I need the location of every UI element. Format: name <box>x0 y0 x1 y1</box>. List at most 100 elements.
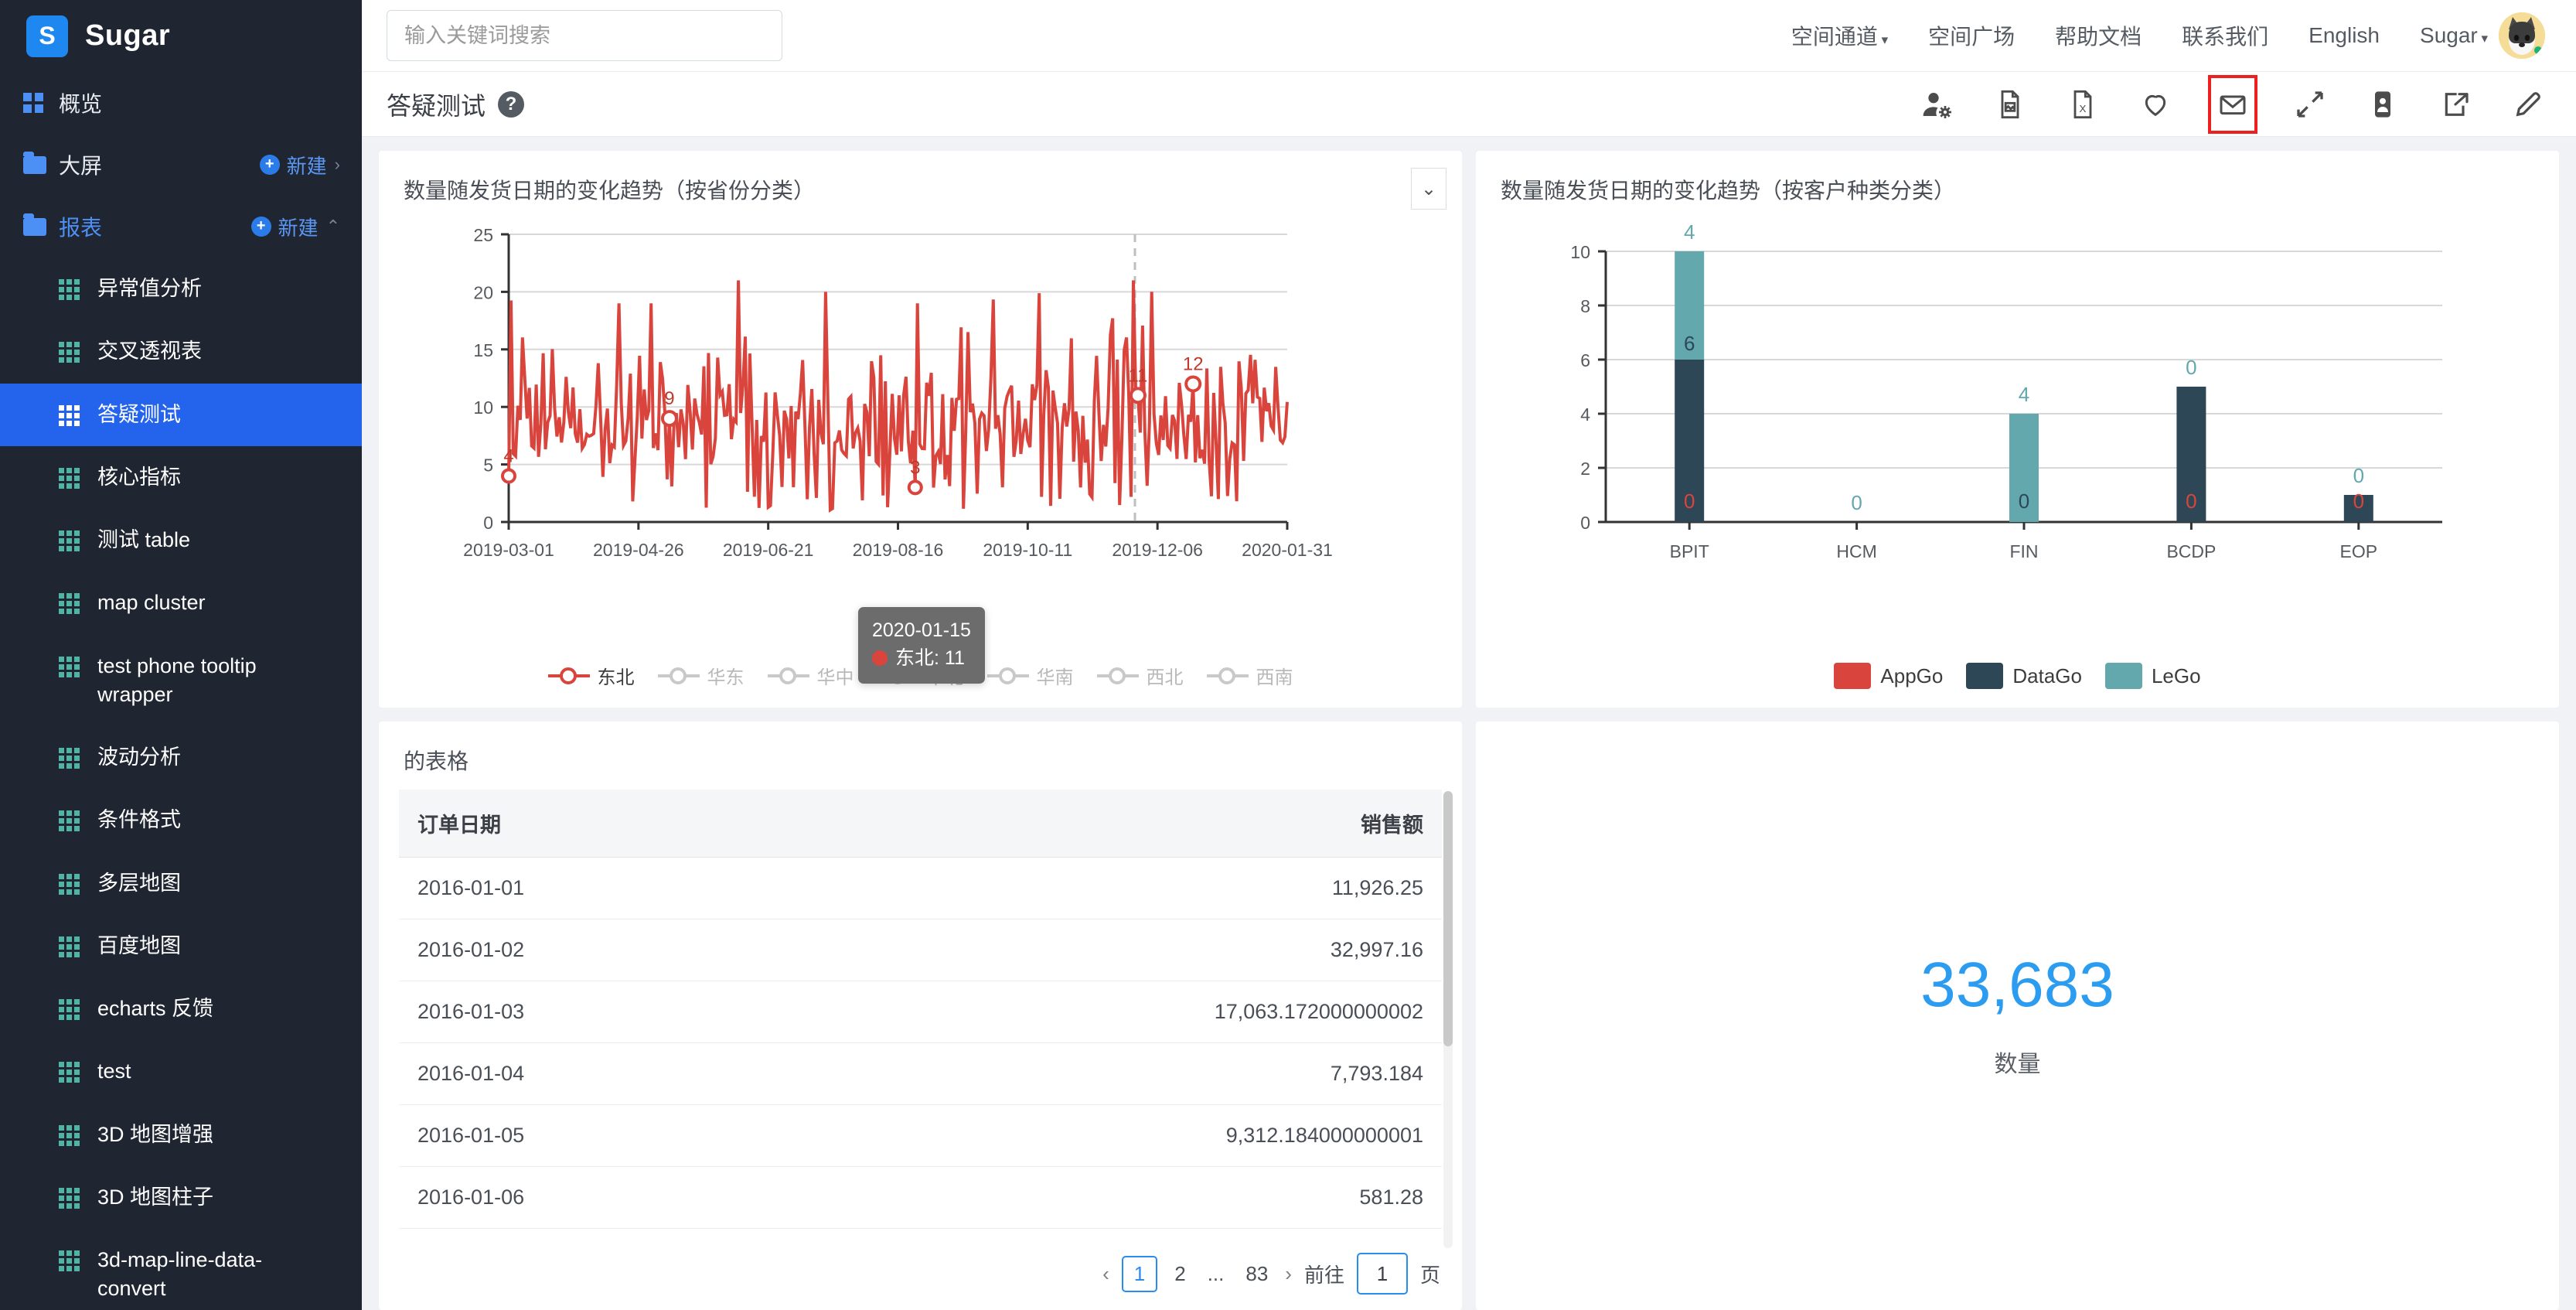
top-nav-link[interactable]: 帮助文档 <box>2055 20 2142 51</box>
legend-marker-icon <box>1096 667 1139 685</box>
chevron-down-icon: ▾ <box>1877 32 1889 47</box>
chevron-down-icon[interactable]: ⌄ <box>1411 168 1446 210</box>
sidebar-item-overview[interactable]: 概览 <box>0 72 362 134</box>
sidebar-report-item[interactable]: 3D 地图增强 <box>0 1104 362 1166</box>
top-nav-link[interactable]: 联系我们 <box>2182 20 2268 51</box>
sidebar-report-item[interactable]: test phone tooltip wrapper <box>0 635 362 727</box>
top-nav-link[interactable]: English <box>2309 23 2380 48</box>
sidebar-report-item[interactable]: 波动分析 <box>0 726 362 789</box>
bar-chart-plot[interactable]: 0 2 4 6 8 10 0 6 4 0 0 4 0 0 0 0 BPIT HCM FIN BCDP EOP <box>1476 205 2559 708</box>
sidebar-report-label: 答疑测试 <box>97 402 181 426</box>
svg-text:2019-04-26: 2019-04-26 <box>593 540 684 560</box>
sidebar-report-item[interactable]: 3D 地图柱子 <box>0 1166 362 1229</box>
table-row[interactable]: 2016-01-06 581.28 <box>399 1166 1442 1229</box>
new-dashboard-button[interactable]: + 新建 <box>259 151 327 179</box>
legend-item[interactable]: 西南 <box>1206 662 1293 689</box>
prev-page-button[interactable]: ‹ <box>1102 1262 1109 1286</box>
dots-grid-icon <box>59 806 97 832</box>
help-icon[interactable]: ? <box>498 90 525 118</box>
chevron-up-icon[interactable]: ⌃ <box>326 218 340 235</box>
top-nav-link[interactable]: 空间通道 ▾ <box>1791 20 1888 51</box>
column-header-order-date[interactable]: 订单日期 <box>399 790 921 858</box>
page-button-last[interactable]: 83 <box>1241 1262 1273 1286</box>
avatar[interactable] <box>2499 12 2545 59</box>
sidebar-report-item[interactable]: 答疑测试 <box>0 383 362 446</box>
line-data-label: 11 <box>1128 365 1147 386</box>
user-settings-icon[interactable] <box>1917 84 1958 125</box>
column-header-sales[interactable]: 销售额 <box>920 790 1442 858</box>
sidebar-report-item[interactable]: 多层地图 <box>0 852 362 915</box>
dots-grid-icon <box>59 275 97 300</box>
legend-label: 华南 <box>1036 667 1074 688</box>
line-data-point[interactable] <box>907 479 923 496</box>
sidebar-report-item[interactable]: echarts 反馈 <box>0 977 362 1040</box>
new-report-label: 新建 <box>278 216 319 240</box>
table-row[interactable]: 2016-01-03 17,063.172000000002 <box>399 981 1442 1043</box>
table-row[interactable]: 2016-01-0710,033.155999999999 <box>399 1228 1442 1250</box>
page-button-2[interactable]: 2 <box>1170 1262 1190 1286</box>
next-page-button[interactable]: › <box>1285 1262 1292 1286</box>
export-excel-icon[interactable]: X <box>2063 84 2103 125</box>
new-report-button[interactable]: + 新建 <box>250 213 319 241</box>
legend-item[interactable]: 西北 <box>1096 662 1184 689</box>
svg-text:5: 5 <box>483 455 493 476</box>
legend-marker-icon <box>986 667 1029 685</box>
sidebar-report-item[interactable]: 测试 table <box>0 509 362 571</box>
edit-pencil-icon[interactable] <box>2508 84 2548 125</box>
table-scrollbar-thumb[interactable] <box>1443 791 1453 1046</box>
sidebar-report-label: test <box>97 1059 131 1083</box>
sidebar-folder-dashboards[interactable]: 大屏 + 新建 › <box>0 134 362 196</box>
sidebar-folder-reports[interactable]: 报表 + 新建 ⌃ <box>0 196 362 258</box>
cell-sales: 17,063.172000000002 <box>920 981 1442 1043</box>
sidebar-report-item[interactable]: 异常值分析 <box>0 258 362 320</box>
line-data-point[interactable] <box>660 410 678 428</box>
svg-text:X: X <box>2080 103 2087 114</box>
line-data-point[interactable] <box>1184 375 1202 393</box>
sidebar-report-item[interactable]: 3d-map-line-data-convert <box>0 1229 362 1310</box>
chevron-right-icon[interactable]: › <box>335 156 340 173</box>
table-head: 订单日期 销售额 <box>399 790 1442 858</box>
folder-icon <box>23 151 59 174</box>
legend-marker-icon <box>547 667 590 685</box>
top-nav-link[interactable]: 空间广场 <box>1928 20 2015 51</box>
legend-item[interactable]: DataGo <box>1966 663 2082 689</box>
search-input[interactable] <box>404 23 765 48</box>
table-row[interactable]: 2016-01-02 32,997.16 <box>399 919 1442 981</box>
favorite-heart-icon[interactable] <box>2135 84 2176 125</box>
table-row[interactable]: 2016-01-01 11,926.25 <box>399 857 1442 919</box>
plus-icon: + <box>250 217 271 237</box>
legend-item[interactable]: 华东 <box>657 662 745 689</box>
line-data-point[interactable] <box>501 468 516 484</box>
fullscreen-icon[interactable] <box>2290 84 2330 125</box>
mobile-preview-icon[interactable] <box>2363 84 2403 125</box>
goto-page-input[interactable] <box>1356 1253 1408 1295</box>
table-row[interactable]: 2016-01-04 7,793.184 <box>399 1042 1442 1105</box>
line-data-label: 12 <box>1183 353 1204 374</box>
sidebar-report-item[interactable]: 交叉透视表 <box>0 320 362 383</box>
kpi-card: 33,683 数量 <box>1476 722 2559 1310</box>
sidebar-report-item[interactable]: 百度地图 <box>0 915 362 977</box>
table-scroll-region: 订单日期 销售额 2016-01-01 11,926.25 2016-01-02 32… <box>399 790 1442 1250</box>
page-toolbar: X <box>1917 74 2548 134</box>
top-navigation: 空间通道 ▾ 空间广场 帮助文档 联系我们 English Sugar ▾ <box>1791 20 2488 51</box>
dashboard-grid: 数量随发货日期的变化趋势（按省份分类） ⌄ 0 5 10 15 20 25 2019-03… <box>362 137 2576 1310</box>
line-data-point[interactable] <box>1129 387 1147 404</box>
top-nav-link[interactable]: Sugar ▾ <box>2420 23 2488 48</box>
legend-item[interactable]: 华中 <box>767 662 854 689</box>
export-image-icon[interactable] <box>1990 84 2030 125</box>
sidebar-report-item[interactable]: 核心指标 <box>0 446 362 509</box>
brand[interactable]: S Sugar <box>0 0 362 72</box>
table-row[interactable]: 2016-01-05 9,312.184000000001 <box>399 1104 1442 1167</box>
search-box[interactable] <box>387 10 782 61</box>
legend-item[interactable]: 华南 <box>986 662 1074 689</box>
legend-item[interactable]: 东北 <box>547 662 635 689</box>
mail-subscribe-icon[interactable] <box>2208 74 2257 134</box>
legend-item[interactable]: LeGo <box>2104 663 2201 689</box>
sidebar-report-item[interactable]: test <box>0 1040 362 1103</box>
sidebar-report-item[interactable]: map cluster <box>0 571 362 634</box>
sidebar-report-item[interactable]: 条件格式 <box>0 789 362 851</box>
page-button-1[interactable]: 1 <box>1121 1255 1158 1292</box>
legend-item[interactable]: AppGo <box>1834 663 1943 689</box>
table-scrollbar-track[interactable] <box>1443 791 1453 1248</box>
share-icon[interactable] <box>2435 84 2475 125</box>
